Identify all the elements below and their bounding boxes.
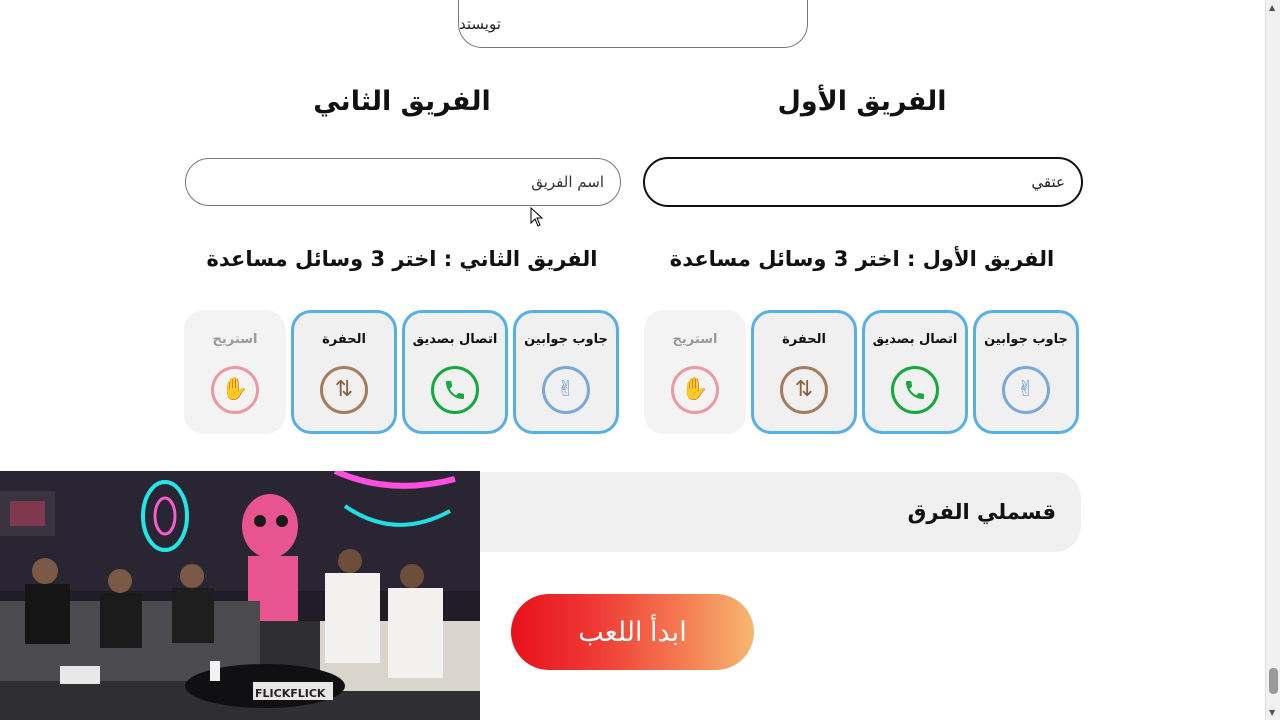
- team2-lifeline-two-answers[interactable]: جاوب جوابين ✌: [513, 310, 619, 434]
- mouse-pointer-icon: [530, 207, 544, 227]
- scrollbar-thumb[interactable]: [1269, 668, 1278, 694]
- stop-hand-icon: ✋: [671, 366, 719, 414]
- team1-name-input[interactable]: [661, 173, 1065, 191]
- page-scrollbar[interactable]: ▲ ▼: [1265, 0, 1280, 720]
- team1-lifelines: جاوب جوابين ✌ اتصال بصديق الحفرة ⇅ استري…: [644, 310, 1079, 434]
- category-input[interactable]: تويستد: [458, 0, 808, 48]
- team2-name-field[interactable]: [185, 158, 621, 206]
- team1-title: الفريق الأول: [777, 86, 947, 117]
- swap-arrows-icon: ⇅: [780, 366, 828, 414]
- team2-lifeline-call-friend[interactable]: اتصال بصديق: [402, 310, 508, 434]
- scroll-up-icon[interactable]: ▲: [1269, 3, 1275, 12]
- scroll-down-icon[interactable]: ▼: [1269, 708, 1275, 717]
- swap-arrows-icon: ⇅: [320, 366, 368, 414]
- team1-lifeline-rest[interactable]: استريح ✋: [644, 310, 746, 434]
- phone-icon: [431, 366, 479, 414]
- team1-lifelines-heading: الفريق الأول : اختر 3 وسائل مساعدة: [669, 247, 1055, 271]
- lifeline-label: اتصال بصديق: [412, 332, 498, 347]
- start-game-label: ابدأ اللعب: [578, 616, 687, 647]
- lifeline-label: جاوب جوابين: [984, 332, 1068, 347]
- team1-lifeline-pit[interactable]: الحفرة ⇅: [751, 310, 857, 434]
- lifeline-label: الحفرة: [782, 332, 826, 347]
- team2-title: الفريق الثاني: [313, 86, 491, 117]
- team1-lifeline-two-answers[interactable]: جاوب جوابين ✌: [973, 310, 1079, 434]
- category-input-value: تويستد: [459, 14, 501, 33]
- peace-hand-icon: ✌: [1002, 366, 1050, 414]
- start-game-button[interactable]: ابدأ اللعب: [511, 594, 754, 670]
- team1-name-field[interactable]: [643, 157, 1083, 207]
- team1-lifeline-call-friend[interactable]: اتصال بصديق: [862, 310, 968, 434]
- peace-hand-icon: ✌: [542, 366, 590, 414]
- lifeline-label: اتصال بصديق: [872, 332, 958, 347]
- video-scene: FLICKFLICK: [0, 471, 480, 720]
- lifeline-label: استريح: [672, 332, 718, 347]
- lifeline-label: جاوب جوابين: [524, 332, 608, 347]
- team2-name-input[interactable]: [202, 173, 604, 191]
- team2-lifelines: جاوب جوابين ✌ اتصال بصديق الحفرة ⇅ استري…: [184, 310, 619, 434]
- team2-lifeline-rest[interactable]: استريح ✋: [184, 310, 286, 434]
- phone-icon: [891, 366, 939, 414]
- stop-hand-icon: ✋: [211, 366, 259, 414]
- video-overlay[interactable]: FLICKFLICK: [0, 471, 480, 720]
- lifeline-label: استريح: [212, 332, 258, 347]
- lifeline-label: الحفرة: [322, 332, 366, 347]
- team2-lifelines-heading: الفريق الثاني : اختر 3 وسائل مساعدة: [206, 247, 598, 271]
- split-teams-button[interactable]: قسملي الفرق: [480, 472, 1081, 552]
- team2-lifeline-pit[interactable]: الحفرة ⇅: [291, 310, 397, 434]
- split-teams-label: قسملي الفرق: [907, 500, 1056, 524]
- video-sign-text: FLICKFLICK: [255, 687, 326, 700]
